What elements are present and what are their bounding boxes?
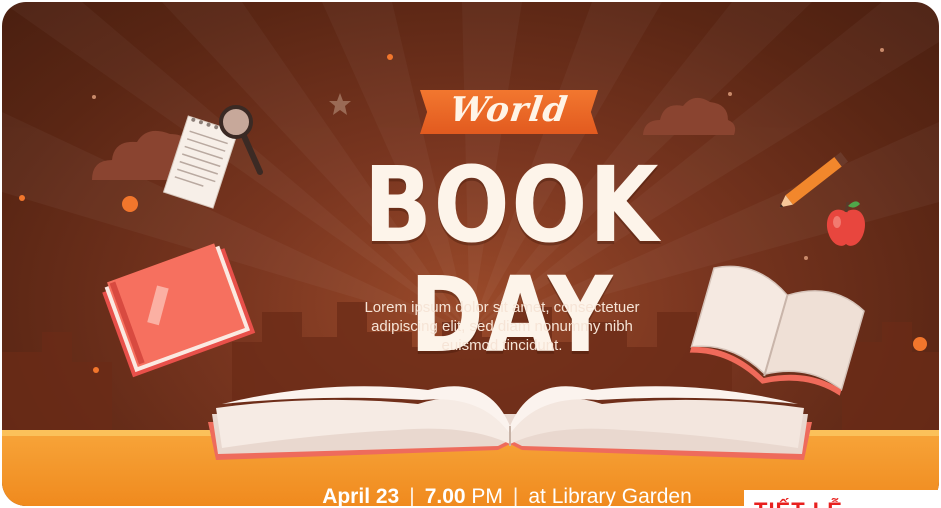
event-date: April 23 (322, 485, 400, 506)
watermark-text: TIẾT LỄ (754, 498, 843, 508)
magnifier-icon (219, 105, 263, 175)
book-day-banner: World BOOK DAY Lorem ipsum dolor sit ame… (2, 2, 939, 506)
event-time-number: 7.00 (424, 485, 466, 506)
separator: | (409, 485, 415, 506)
description: Lorem ipsum dolor sit amet, consectetuer… (322, 298, 682, 355)
description-line: euismod tincidunt. (441, 337, 563, 354)
event-details: April 23 | 7.00 PM | at Library Garden (272, 485, 742, 506)
event-time: 7.00 PM (425, 485, 503, 506)
watermark: TIẾT LỄ (744, 490, 939, 508)
large-open-book-icon (208, 386, 812, 460)
star-icon (329, 93, 351, 115)
description-line: adipiscing elit, sed diam nonummy nibh (371, 318, 633, 335)
event-time-suffix: PM (471, 485, 503, 506)
apple-icon (826, 201, 866, 246)
event-location: at Library Garden (528, 485, 692, 506)
description-line: Lorem ipsum dolor sit amet, consectetuer (364, 299, 640, 316)
world-ribbon: World (420, 90, 598, 134)
ribbon-text: World (447, 90, 571, 130)
separator: | (512, 485, 519, 506)
